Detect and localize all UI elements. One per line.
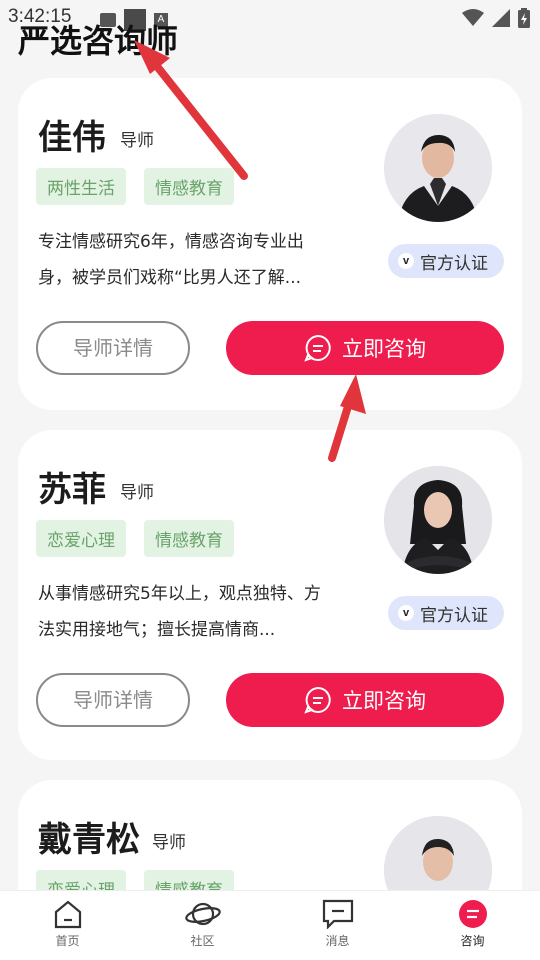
counselor-card: 佳伟 导师 两性生活 情感教育 专注情感研究6年，情感咨询专业出身，被学员们戏称… [18, 78, 522, 410]
tag-list: 两性生活 情感教育 [36, 168, 234, 205]
tab-messages[interactable]: 消息 [270, 891, 405, 960]
counselor-role: 导师 [152, 833, 186, 853]
page-title: 严选咨询师 [18, 22, 179, 60]
counselor-description: 专注情感研究6年，情感咨询专业出身，被学员们戏称“比男人还了解... [38, 232, 304, 288]
counselor-detail-button[interactable]: 导师详情 [36, 321, 190, 375]
tab-label: 社区 [190, 934, 215, 948]
tag: 情感教育 [144, 168, 234, 205]
battery-icon [518, 8, 530, 28]
tag: 恋爱心理 [36, 520, 126, 557]
counselor-detail-button[interactable]: 导师详情 [36, 673, 190, 727]
verified-icon: v [398, 605, 414, 621]
counselor-card: 苏菲 导师 恋爱心理 情感教育 从事情感研究5年以上，观点独特、方法实用接地气；… [18, 430, 522, 760]
verified-badge: v 官方认证 [388, 596, 504, 630]
chat-bubble-icon [304, 334, 331, 362]
verified-badge: v 官方认证 [388, 244, 504, 278]
badge-label: 官方认证 [420, 253, 488, 274]
consult-now-button[interactable]: 立即咨询 [226, 673, 504, 727]
counselor-role: 导师 [120, 131, 154, 151]
avatar[interactable] [384, 466, 492, 574]
counselor-name: 苏菲 [38, 470, 106, 510]
bottom-tab-bar: 首页 社区 消息 咨询 [0, 890, 540, 960]
tag: 情感教育 [144, 520, 234, 557]
avatar[interactable] [384, 114, 492, 222]
badge-label: 官方认证 [420, 605, 488, 626]
wifi-icon [462, 9, 484, 26]
consult-icon [458, 900, 487, 928]
system-icons [462, 8, 530, 28]
counselor-name: 佳伟 [38, 118, 106, 158]
consult-now-button[interactable]: 立即咨询 [226, 321, 504, 375]
tab-consult[interactable]: 咨询 [405, 891, 540, 960]
counselor-role: 导师 [120, 483, 154, 503]
tab-label: 消息 [325, 934, 350, 948]
consult-label: 立即咨询 [342, 689, 426, 713]
tab-home[interactable]: 首页 [0, 891, 135, 960]
home-icon [54, 900, 81, 929]
consult-label: 立即咨询 [342, 337, 426, 361]
tab-community[interactable]: 社区 [135, 891, 270, 960]
signal-icon [492, 9, 510, 27]
counselor-description: 从事情感研究5年以上，观点独特、方法实用接地气；擅长提高情商... [38, 584, 321, 640]
planet-icon [184, 902, 221, 926]
chat-bubble-icon [304, 686, 331, 714]
counselor-name: 戴青松 [38, 820, 140, 860]
tag: 两性生活 [36, 168, 126, 205]
verified-icon: v [398, 253, 414, 269]
tag-list: 恋爱心理 情感教育 [36, 520, 234, 557]
tab-label: 首页 [55, 934, 80, 948]
tab-label: 咨询 [460, 934, 485, 948]
message-icon [322, 899, 353, 929]
